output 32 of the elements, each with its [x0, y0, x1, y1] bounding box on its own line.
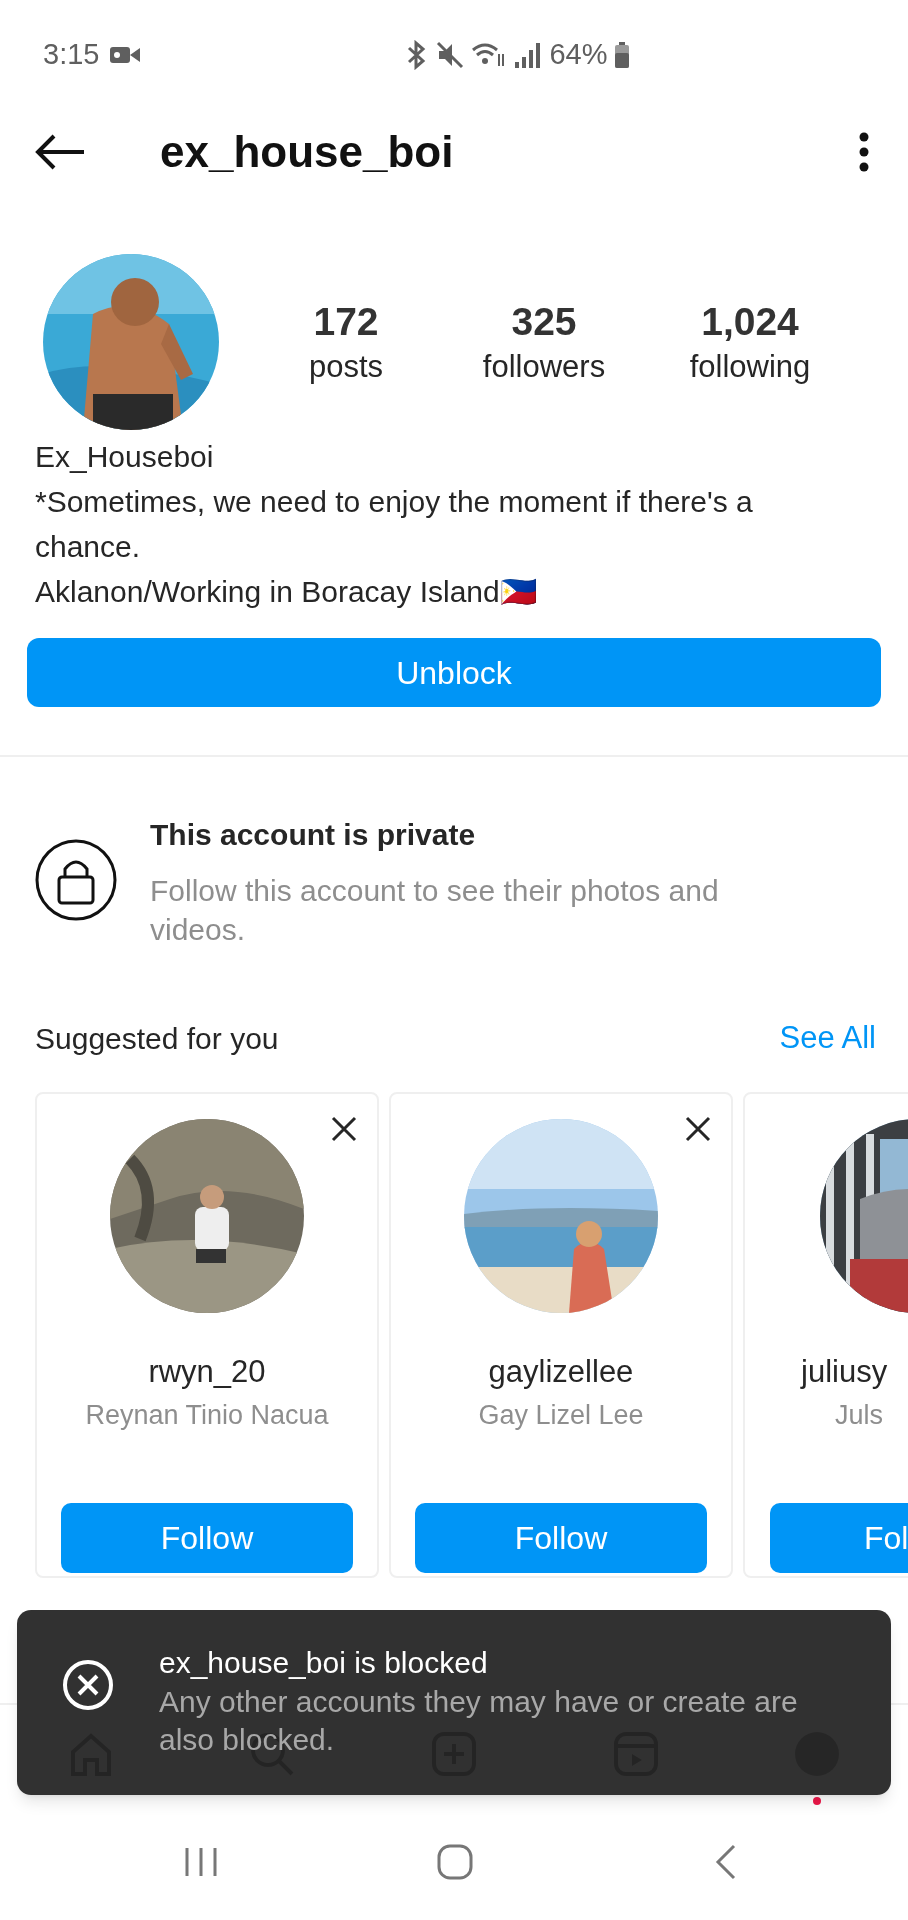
display-name: Ex_Houseboi: [35, 439, 215, 475]
muted-icon: [435, 40, 466, 70]
suggested-full-name: Reynan Tinio Nacua: [85, 1398, 329, 1432]
back-arrow-icon[interactable]: [34, 132, 86, 172]
battery-percent: 64%: [549, 37, 608, 73]
private-title: This account is private: [150, 817, 477, 853]
stat-label[interactable]: posts: [308, 347, 384, 387]
bio-text: Aklanon/Working in Boracay Island🇵🇭: [35, 574, 538, 610]
back-icon[interactable]: [714, 1843, 738, 1881]
suggested-username[interactable]: gaylizellee: [488, 1351, 634, 1392]
suggested-username[interactable]: juliusy: [801, 1351, 888, 1392]
battery-icon: [613, 41, 630, 69]
stat-count: 1,024: [701, 299, 799, 345]
stat-count: 325: [511, 299, 577, 345]
lock-icon: [35, 839, 117, 921]
toast-title: ex_house_boi is blocked: [159, 1645, 489, 1681]
suggested-full-name: Gay Lizel Lee: [478, 1398, 644, 1432]
stat-label[interactable]: followers: [482, 347, 606, 387]
section-title: Suggested for you: [35, 1020, 279, 1057]
profile-username: ex_house_boi: [160, 126, 454, 178]
more-options-icon[interactable]: [858, 132, 870, 172]
notification-dot-icon: [813, 1797, 821, 1805]
status-time: 3:15: [43, 37, 100, 73]
suggested-username[interactable]: rwyn_20: [148, 1351, 266, 1392]
bio-text: *Sometimes, we need to enjoy the moment if there's a chance.: [35, 484, 754, 565]
stat-count: 172: [313, 299, 379, 345]
stat-label[interactable]: following: [689, 347, 811, 387]
home-button-icon[interactable]: [436, 1843, 474, 1881]
toast-message: Any other accounts they may have or create are also blocked.: [159, 1684, 799, 1758]
dismiss-icon[interactable]: [62, 1659, 114, 1711]
private-message: Follow this account to see their photos and videos.: [150, 873, 720, 948]
suggested-full-name: Juls: [835, 1398, 883, 1432]
